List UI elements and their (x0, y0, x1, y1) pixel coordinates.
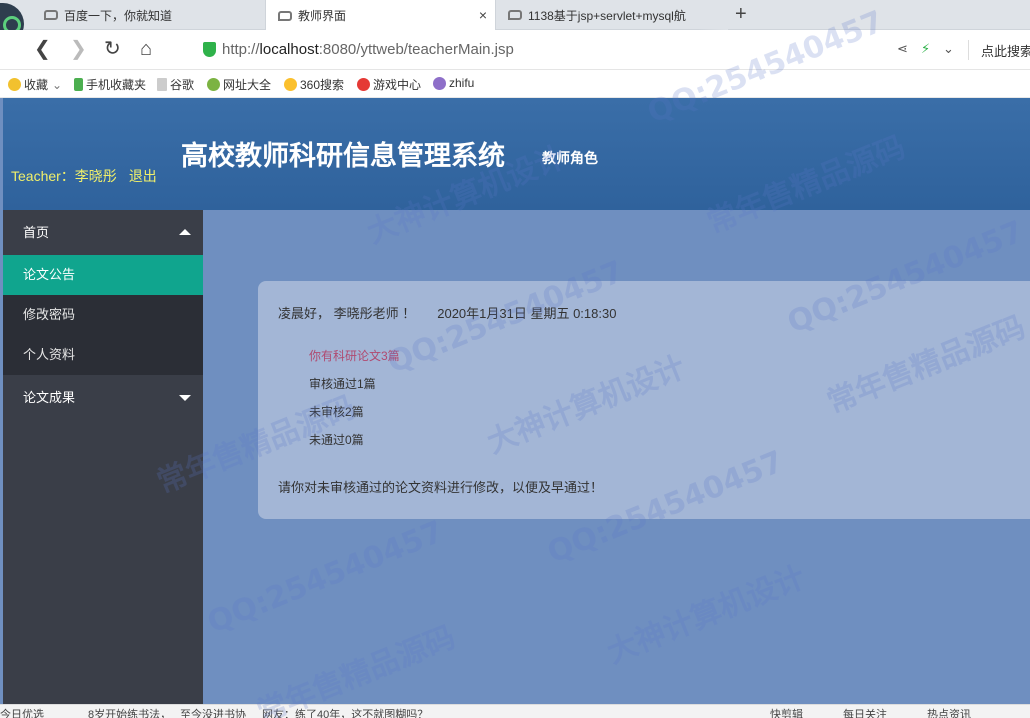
stat-rejected: 未通过0篇 (309, 433, 364, 447)
chevron-down-icon[interactable]: ⌄ (943, 41, 954, 57)
status-today-picks[interactable]: 今日优选 (0, 706, 44, 718)
bookmark-sites[interactable]: 网址大全 (207, 76, 271, 93)
sidebar-item-profile[interactable]: 个人资料 (3, 335, 203, 375)
page-favicon-icon (508, 10, 522, 20)
bookmark-favorites[interactable]: 收藏 ⌄ (8, 76, 62, 93)
search-hint[interactable]: 点此搜索 (981, 41, 1030, 60)
phone-icon (74, 78, 83, 91)
page-favicon-icon (278, 10, 292, 21)
page-content: Teacher：李晓彤 退出 高校教师科研信息管理系统 教师角色 首页 论文公告 … (0, 98, 1030, 704)
sidebar-group-paper-results[interactable]: 论文成果 (3, 375, 203, 420)
status-hot-news[interactable]: 热点资讯 (927, 706, 971, 718)
tab-title: 教师界面 (298, 9, 347, 23)
sidebar-group-home[interactable]: 首页 (3, 210, 203, 255)
browser-nav-bar: ❮ ❯ ↻ ⌂ http://localhost:8080/yttweb/tea… (0, 30, 1030, 70)
status-quick-clip[interactable]: 快剪辑 (770, 706, 803, 718)
greeting-text: 凌晨好， 李晓彤老师 ！ (278, 306, 416, 321)
bookmark-zhifu[interactable]: zhifu (433, 76, 474, 90)
status-daily-focus[interactable]: 每日关注 (843, 706, 887, 718)
page-header: Teacher：李晓彤 退出 高校教师科研信息管理系统 教师角色 (3, 98, 1030, 210)
page-favicon-icon (44, 10, 58, 20)
search-icon (284, 78, 297, 91)
game-icon (357, 78, 370, 91)
bookmarks-bar: 收藏 ⌄ 手机收藏夹 谷歌 网址大全 360搜索 游戏中心 zhifu (0, 70, 1030, 98)
welcome-card: 凌晨好， 李晓彤老师 ！ 2020年1月31日 星期五 0:18:30 你有科研论… (258, 281, 1030, 519)
tab-title: 百度一下，你就知道 (64, 8, 173, 23)
system-title: 高校教师科研信息管理系统 (181, 141, 505, 171)
reload-icon[interactable]: ↻ (104, 38, 121, 60)
current-datetime: 2020年1月31日 星期五 0:18:30 (437, 306, 617, 321)
globe-icon (207, 78, 220, 91)
tab-baidu[interactable]: 百度一下，你就知道 (32, 0, 264, 30)
bookmark-games[interactable]: 游戏中心 (357, 76, 421, 93)
browser-tab-bar: 百度一下，你就知道 教师界面 × 1138基于jsp+servlet+mysql… (0, 0, 1030, 45)
globe-icon (433, 76, 446, 90)
lightning-icon[interactable]: ⚡ (921, 41, 930, 57)
tab-title: 1138基于jsp+servlet+mysql航 (528, 8, 686, 23)
tab-flight[interactable]: 1138基于jsp+servlet+mysql航 (496, 0, 728, 30)
tab-teacher[interactable]: 教师界面 × (265, 0, 496, 31)
sidebar: 首页 论文公告 修改密码 个人资料 论文成果 (3, 210, 203, 704)
stat-approved: 审核通过1篇 (309, 377, 376, 391)
home-icon[interactable]: ⌂ (140, 38, 152, 60)
greeting-line: 凌晨好， 李晓彤老师 ！ 2020年1月31日 星期五 0:18:30 (278, 303, 616, 322)
security-shield-icon[interactable] (203, 42, 216, 57)
bookmark-mobile[interactable]: 手机收藏夹 (74, 76, 146, 93)
close-tab-icon[interactable]: × (479, 7, 487, 23)
bookmark-360search[interactable]: 360搜索 (284, 76, 344, 93)
forward-icon[interactable]: ❯ (70, 38, 87, 60)
user-area: Teacher：李晓彤 退出 (11, 166, 157, 186)
bookmark-google[interactable]: 谷歌 (157, 76, 194, 93)
caret-up-icon (179, 229, 191, 235)
notice-text: 请你对未审核通过的论文资料进行修改，以便及早通过！ (278, 480, 604, 495)
role-label: 教师角色 (542, 150, 598, 166)
status-news-3[interactable]: 网友：练了40年，这不就图糊吗？ (262, 706, 428, 718)
sidebar-item-change-password[interactable]: 修改密码 (3, 295, 203, 335)
star-icon (8, 78, 21, 91)
page-icon (157, 78, 167, 91)
stat-total-papers: 你有科研论文3篇 (309, 349, 400, 363)
address-bar[interactable]: http://localhost:8080/yttweb/teacherMain… (222, 41, 514, 58)
caret-down-icon (179, 395, 191, 401)
status-news-2[interactable]: 至今没进书协 (180, 706, 246, 718)
chevron-down-icon: ⌄ (52, 77, 63, 92)
new-tab-button[interactable]: + (735, 3, 747, 26)
current-user: Teacher：李晓彤 (11, 168, 117, 184)
logout-link[interactable]: 退出 (129, 168, 157, 184)
status-news-1[interactable]: 8岁开始练书法， (88, 706, 171, 718)
sidebar-item-paper-notice[interactable]: 论文公告 (3, 255, 203, 295)
share-icon[interactable]: ⋖ (897, 41, 908, 57)
stat-pending: 未审核2篇 (309, 405, 364, 419)
back-icon[interactable]: ❮ (34, 38, 51, 60)
browser-status-bar: 今日优选 8岁开始练书法， 至今没进书协 网友：练了40年，这不就图糊吗？ 快剪… (0, 704, 1030, 718)
